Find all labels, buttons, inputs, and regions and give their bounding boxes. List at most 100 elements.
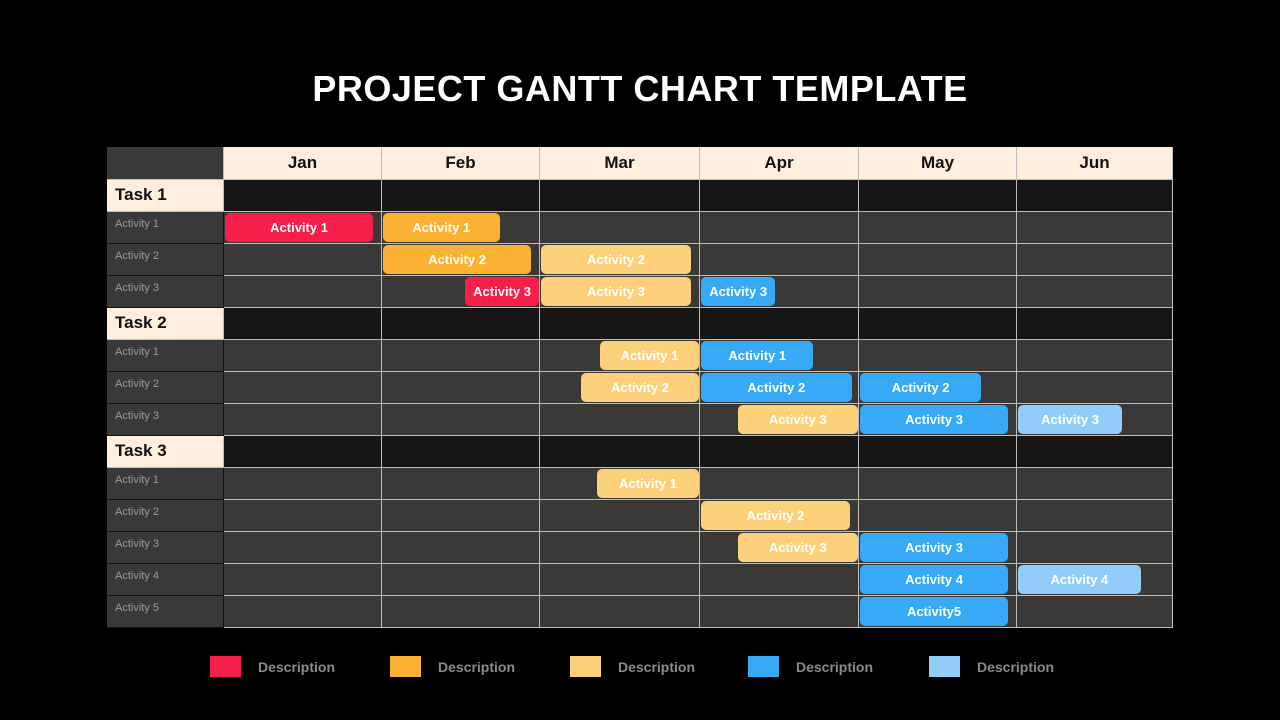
task-row: Task 2	[107, 308, 1173, 340]
activity-row: Activity 3 Activity 3 Activity 3 Activity 3	[107, 404, 1173, 436]
month-header-mar: Mar	[540, 147, 700, 180]
timeline-cell	[1017, 500, 1173, 532]
gantt-bar[interactable]: Activity 4	[1018, 565, 1141, 594]
timeline-cell	[382, 404, 540, 436]
timeline-cell	[382, 564, 540, 596]
activity-label: Activity 1	[107, 340, 224, 372]
timeline-cell	[1017, 596, 1173, 628]
month-header-jan: Jan	[224, 147, 382, 180]
task-cell	[859, 436, 1017, 468]
activity-label: Activity 3	[107, 532, 224, 564]
timeline-cell	[224, 532, 382, 564]
activity-label: Activity 3	[107, 276, 224, 308]
legend-swatch	[390, 656, 421, 677]
timeline-cell	[224, 244, 382, 276]
task-cell	[859, 308, 1017, 340]
task-cell	[540, 436, 700, 468]
timeline-cell	[700, 244, 859, 276]
month-header-may: May	[859, 147, 1017, 180]
gantt-bar[interactable]: Activity 2	[581, 373, 699, 402]
timeline-cell	[540, 564, 700, 596]
gantt-bar[interactable]: Activity5	[860, 597, 1009, 626]
gantt-bar[interactable]: Activity 3	[737, 533, 858, 562]
activity-label: Activity 1	[107, 468, 224, 500]
legend-label: Description	[258, 658, 336, 675]
gantt-bar[interactable]: Activity 1	[701, 341, 814, 370]
timeline-cell	[859, 340, 1017, 372]
legend-swatch	[210, 656, 241, 677]
timeline-cell	[224, 500, 382, 532]
activity-label: Activity 1	[107, 212, 224, 244]
task-cell	[700, 436, 859, 468]
task-cell	[1017, 308, 1173, 340]
timeline-cell	[540, 212, 700, 244]
legend-item: Description	[570, 656, 695, 677]
gantt-bar[interactable]: Activity 1	[383, 213, 500, 242]
timeline-cell	[382, 596, 540, 628]
gantt-bar[interactable]: Activity 1	[600, 341, 699, 370]
task-label: Task 2	[107, 308, 224, 340]
activity-row: Activity 5 Activity5	[107, 596, 1173, 628]
legend-label: Description	[796, 658, 874, 675]
task-cell	[700, 180, 859, 212]
timeline-cell	[382, 340, 540, 372]
timeline-cell	[859, 276, 1017, 308]
timeline-cell	[1017, 468, 1173, 500]
task-cell	[540, 180, 700, 212]
timeline-cell	[1017, 276, 1173, 308]
legend-swatch	[570, 656, 601, 677]
timeline-cell	[1017, 244, 1173, 276]
gantt-bar[interactable]: Activity 1	[225, 213, 374, 242]
gantt-bar[interactable]: Activity 3	[737, 405, 858, 434]
activity-row: Activity 2 Activity 2	[107, 500, 1173, 532]
timeline-cell	[382, 372, 540, 404]
gantt-bar[interactable]: Activity 2	[860, 373, 982, 402]
gantt-bar[interactable]: Activity 2	[541, 245, 691, 274]
legend-item: Description	[929, 656, 1054, 677]
timeline-cell	[540, 532, 700, 564]
timeline-cell	[382, 468, 540, 500]
gantt-bar[interactable]: Activity 3	[701, 277, 776, 306]
gantt-bar[interactable]: Activity 3	[465, 277, 539, 306]
task-cell	[382, 308, 540, 340]
gantt-bar[interactable]: Activity 2	[383, 245, 532, 274]
timeline-cell	[224, 340, 382, 372]
activity-row: Activity 4 Activity 4 Activity 4	[107, 564, 1173, 596]
gantt-bar[interactable]: Activity 2	[701, 373, 852, 402]
legend-swatch	[929, 656, 960, 677]
activity-row: Activity 2 Activity 2 Activity 2 Activity 2	[107, 372, 1173, 404]
legend-swatch	[748, 656, 779, 677]
task-cell	[382, 180, 540, 212]
gantt-bar[interactable]: Activity 3	[860, 533, 1009, 562]
timeline-cell	[540, 596, 700, 628]
month-header-apr: Apr	[700, 147, 859, 180]
activity-row: Activity 3 Activity 3 Activity 3 Activity 3	[107, 276, 1173, 308]
timeline-cell	[859, 212, 1017, 244]
timeline-cell	[859, 468, 1017, 500]
gantt-bar[interactable]: Activity 3	[1018, 405, 1123, 434]
task-label: Task 1	[107, 180, 224, 212]
activity-label: Activity 4	[107, 564, 224, 596]
task-cell	[224, 180, 382, 212]
month-header-feb: Feb	[382, 147, 540, 180]
task-cell	[224, 308, 382, 340]
task-cell	[540, 308, 700, 340]
timeline-cell	[224, 276, 382, 308]
timeline-cell	[224, 372, 382, 404]
timeline-cell	[700, 596, 859, 628]
timeline-cell	[1017, 340, 1173, 372]
timeline-cell	[859, 500, 1017, 532]
gantt-bar[interactable]: Activity 3	[541, 277, 691, 306]
timeline-cell	[700, 212, 859, 244]
gantt-bar[interactable]: Activity 2	[701, 501, 851, 530]
legend-label: Description	[977, 658, 1055, 675]
gantt-bar[interactable]: Activity 1	[597, 469, 699, 498]
legend-label: Description	[618, 658, 696, 675]
activity-row: Activity 1 Activity 1 Activity 1	[107, 340, 1173, 372]
gantt-bar[interactable]: Activity 3	[860, 405, 1009, 434]
activity-row: Activity 1 Activity 1	[107, 468, 1173, 500]
task-cell	[1017, 436, 1173, 468]
timeline-cell	[540, 500, 700, 532]
gantt-bar[interactable]: Activity 4	[860, 565, 1009, 594]
timeline-cell	[224, 596, 382, 628]
